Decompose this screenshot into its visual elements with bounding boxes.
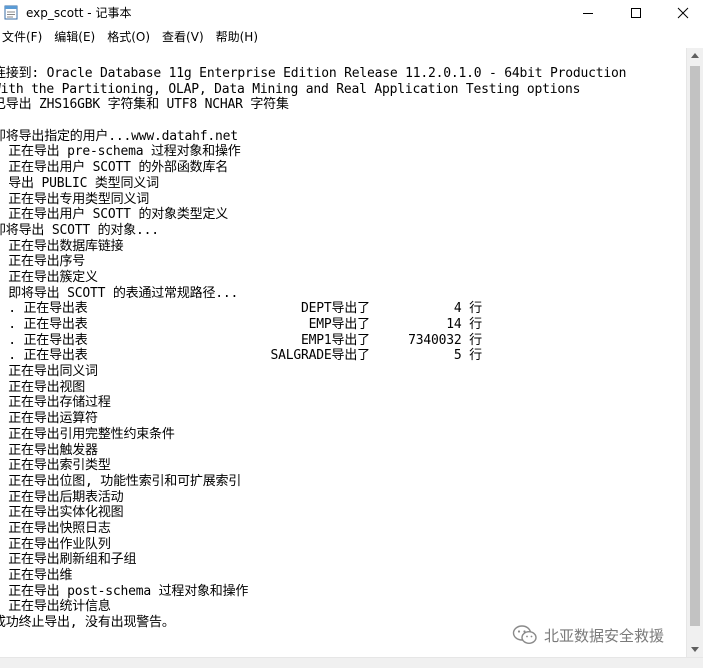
scroll-up-icon[interactable] bbox=[691, 53, 699, 58]
scroll-thumb[interactable] bbox=[690, 66, 700, 626]
text-line: . 正在导出实体化视图 bbox=[0, 505, 124, 521]
text-line: . 正在导出 pre-schema 过程对象和操作 bbox=[0, 144, 241, 160]
vertical-scrollbar[interactable] bbox=[686, 48, 703, 657]
text-line: . 正在导出索引类型 bbox=[0, 458, 111, 474]
text-line: . 正在导出视图 bbox=[0, 379, 86, 395]
watermark: 北亚数据安全救援 bbox=[512, 624, 664, 646]
menu-file[interactable]: 文件(F) bbox=[0, 27, 48, 47]
window-title: exp_scott - 记事本 bbox=[26, 6, 132, 20]
horizontal-scrollbar[interactable] bbox=[0, 657, 703, 668]
scroll-down-icon[interactable] bbox=[691, 647, 699, 652]
text-line: . 正在导出触发器 bbox=[0, 442, 98, 458]
text-line: . 正在导出运算符 bbox=[0, 411, 98, 427]
text-line: . 正在导出位图, 功能性索引和可扩展索引 bbox=[0, 473, 242, 489]
text-line: . 正在导出维 bbox=[0, 568, 73, 583]
text-line: . 正在导出存储过程 bbox=[0, 395, 111, 411]
watermark-text: 北亚数据安全救援 bbox=[544, 626, 665, 645]
title-bar[interactable]: exp_scott - 记事本 bbox=[0, 0, 703, 26]
text-line: . . 正在导出表 DEPT导出了 4 行 bbox=[0, 301, 482, 317]
text-line: With the Partitioning, OLAP, Data Mining… bbox=[0, 81, 581, 97]
text-line: . 正在导出同义词 bbox=[0, 364, 98, 380]
document-text: 连接到: Oracle Database 11g Enterprise Edit… bbox=[0, 66, 626, 631]
text-line: 连接到: Oracle Database 11g Enterprise Edit… bbox=[0, 66, 627, 81]
text-line: . 导出 PUBLIC 类型同义词 bbox=[0, 175, 159, 191]
text-editor[interactable]: 连接到: Oracle Database 11g Enterprise Edit… bbox=[0, 62, 686, 657]
close-icon bbox=[677, 7, 689, 19]
text-line: . 正在导出快照日志 bbox=[0, 520, 111, 536]
notepad-window: exp_scott - 记事本 文件(F) 编辑(E) 格式(O) 查看(V) … bbox=[0, 0, 703, 668]
text-line bbox=[0, 113, 626, 129]
text-line: . 正在导出序号 bbox=[0, 254, 86, 270]
menu-format[interactable]: 格式(O) bbox=[101, 27, 156, 47]
maximize-button[interactable] bbox=[613, 0, 659, 26]
text-line: . 正在导出 post-schema 过程对象和操作 bbox=[0, 583, 249, 599]
text-line: . 正在导出簇定义 bbox=[0, 269, 98, 285]
text-line: . 正在导出用户 SCOTT 的外部函数库名 bbox=[0, 160, 229, 176]
close-button[interactable] bbox=[660, 0, 703, 26]
minimize-button[interactable] bbox=[565, 0, 611, 26]
text-line: . 正在导出刷新组和子组 bbox=[0, 552, 137, 568]
menu-edit[interactable]: 编辑(E) bbox=[48, 27, 101, 47]
menu-view[interactable]: 查看(V) bbox=[156, 27, 210, 47]
menu-help[interactable]: 帮助(H) bbox=[210, 27, 264, 47]
text-line: . 正在导出后期表活动 bbox=[0, 489, 124, 505]
text-line: . 正在导出作业队列 bbox=[0, 536, 111, 552]
text-line: . 正在导出数据库链接 bbox=[0, 238, 124, 254]
text-line: . . 正在导出表 EMP1导出了 7340032 行 bbox=[0, 332, 482, 348]
wechat-icon bbox=[512, 625, 537, 645]
maximize-icon bbox=[631, 8, 641, 18]
text-line: . 正在导出用户 SCOTT 的对象类型定义 bbox=[0, 207, 229, 223]
notepad-icon bbox=[4, 4, 18, 20]
text-line: 即将导出 SCOTT 的对象... bbox=[0, 222, 159, 238]
text-line: . . 正在导出表 SALGRADE导出了 5 行 bbox=[0, 348, 482, 364]
text-line: . 正在导出统计信息 bbox=[0, 599, 111, 615]
text-line: 即将导出指定的用户...www.datahf.net bbox=[0, 128, 238, 144]
text-line: . 正在导出引用完整性约束条件 bbox=[0, 426, 175, 442]
text-line: . 即将导出 SCOTT 的表通过常规路径... bbox=[0, 285, 239, 301]
menu-bar: 文件(F) 编辑(E) 格式(O) 查看(V) 帮助(H) bbox=[0, 26, 703, 48]
text-line: 已导出 ZHS16GBK 字符集和 UTF8 NCHAR 字符集 bbox=[0, 97, 289, 113]
text-line: . . 正在导出表 EMP导出了 14 行 bbox=[0, 317, 482, 332]
minimize-icon bbox=[583, 13, 593, 14]
text-line: . 正在导出专用类型同义词 bbox=[0, 191, 150, 207]
